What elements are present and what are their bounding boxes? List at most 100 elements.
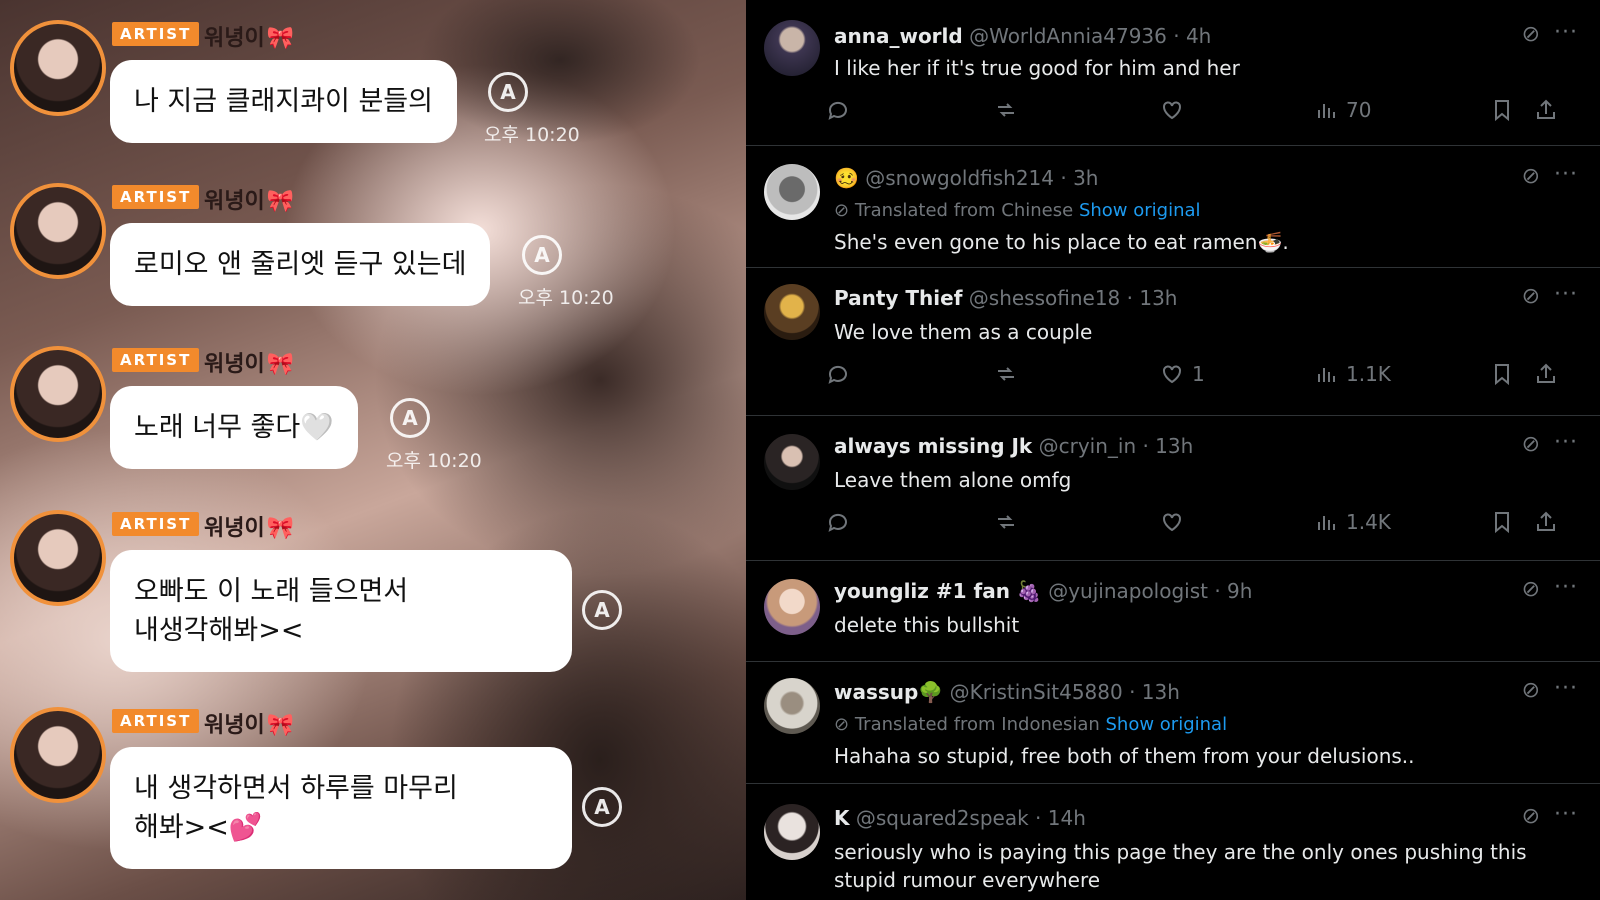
reply-button[interactable] (826, 98, 850, 122)
auto-translate-icon[interactable]: A (390, 398, 430, 438)
display-name[interactable]: wassup🌳 (834, 680, 943, 704)
artist-badge: ARTIST (112, 185, 200, 209)
auto-translate-icon[interactable]: A (582, 590, 622, 630)
share-button[interactable] (1534, 98, 1558, 122)
user-handle[interactable]: @squared2speak · 14h (856, 806, 1086, 830)
views-button[interactable]: 1.1K (1314, 362, 1391, 386)
more-options-icon[interactable]: ··· (1554, 162, 1578, 187)
artist-nickname: 워녕이🎀 (204, 189, 295, 214)
show-original-link[interactable]: Show original (1106, 714, 1228, 735)
more-options-icon[interactable]: ··· (1554, 802, 1578, 827)
artist-avatar[interactable] (10, 510, 106, 606)
repost-button[interactable] (994, 362, 1018, 386)
share-button[interactable] (1534, 362, 1558, 386)
bow-icon: 🎀 (266, 516, 295, 541)
user-avatar[interactable] (764, 164, 820, 220)
views-button[interactable]: 1.4K (1314, 510, 1391, 534)
show-original-link[interactable]: Show original (1079, 200, 1201, 221)
auto-translate-icon[interactable]: A (522, 235, 562, 275)
chat-bubble: 로미오 앤 줄리엣 듣구 있는데 (110, 223, 491, 307)
heart-icon (1163, 101, 1181, 120)
message-time: 오후 10:20 (484, 124, 580, 146)
auto-translate-icon[interactable]: A (582, 787, 622, 827)
bookmark-button[interactable] (1490, 98, 1514, 122)
post-text: delete this bullshit (834, 613, 1020, 637)
more-options-icon[interactable]: ··· (1554, 575, 1578, 600)
bookmark-icon (1495, 100, 1509, 122)
reply-button[interactable] (826, 362, 850, 386)
more-options-icon[interactable]: ··· (1554, 282, 1578, 307)
like-button[interactable] (1160, 98, 1192, 122)
reply-post[interactable]: Panty Thief @shessofine18 · 13h ⊘ ··· We… (746, 267, 1600, 415)
grok-icon[interactable]: ⊘ (1522, 164, 1540, 189)
chat-panel: ARTIST 워녕이🎀 나 지금 클래지콰이 분들의 A 오후 10:20 AR… (0, 0, 746, 900)
bookmark-button[interactable] (1490, 362, 1514, 386)
post-text: We love them as a couple (834, 320, 1093, 344)
display-name[interactable]: K (834, 806, 850, 830)
post-text: seriously who is paying this page they a… (834, 840, 1527, 892)
bow-icon: 🎀 (266, 189, 295, 214)
display-name[interactable]: 🥴 (834, 166, 859, 190)
reply-post[interactable]: K @squared2speak · 14h ⊘ ··· seriously w… (746, 783, 1600, 900)
more-options-icon[interactable]: ··· (1554, 676, 1578, 701)
translated-label: Translated from Indonesian (854, 714, 1100, 735)
bookmark-button[interactable] (1490, 510, 1514, 534)
display-name[interactable]: anna_world (834, 24, 963, 48)
user-avatar[interactable] (764, 579, 820, 635)
user-avatar[interactable] (764, 678, 820, 734)
heart-icon (1163, 513, 1181, 532)
user-handle[interactable]: @shessofine18 · 13h (969, 286, 1178, 310)
bow-icon: 🎀 (266, 352, 295, 377)
user-handle[interactable]: @snowgoldfish214 · 3h (865, 166, 1098, 190)
screenshot-composite: ARTIST 워녕이🎀 나 지금 클래지콰이 분들의 A 오후 10:20 AR… (0, 0, 1600, 900)
post-actions: 1 1.1K (826, 362, 1586, 392)
user-handle[interactable]: @WorldAnnia47936 · 4h (969, 24, 1211, 48)
grok-icon[interactable]: ⊘ (1522, 678, 1540, 703)
grok-icon[interactable]: ⊘ (1522, 577, 1540, 602)
display-name[interactable]: Panty Thief (834, 286, 962, 310)
display-name[interactable]: always missing Jk (834, 434, 1032, 458)
artist-avatar[interactable] (10, 20, 106, 116)
repost-button[interactable] (994, 510, 1018, 534)
artist-avatar[interactable] (10, 183, 106, 279)
more-options-icon[interactable]: ··· (1554, 430, 1578, 455)
repost-icon (998, 515, 1014, 529)
artist-nickname: 워녕이🎀 (204, 26, 295, 51)
user-avatar[interactable] (764, 20, 820, 76)
reply-post[interactable]: youngliz #1 fan 🍇 @yujinapologist · 9h ⊘… (746, 560, 1600, 661)
reply-post[interactable]: wassup🌳 @KristinSit45880 · 13h ⊘ ··· ⊘ T… (746, 661, 1600, 783)
display-name[interactable]: youngliz #1 fan 🍇 (834, 579, 1042, 603)
post-header: K @squared2speak · 14h (834, 806, 1086, 830)
view-count: 70 (1346, 98, 1372, 122)
user-handle[interactable]: @cryin_in · 13h (1039, 434, 1194, 458)
grok-icon[interactable]: ⊘ (1522, 284, 1540, 309)
like-button[interactable] (1160, 510, 1192, 534)
grok-icon[interactable]: ⊘ (1522, 22, 1540, 47)
post-header: always missing Jk @cryin_in · 13h (834, 434, 1193, 458)
views-icon (1318, 516, 1335, 530)
share-button[interactable] (1534, 510, 1558, 534)
user-handle[interactable]: @KristinSit45880 · 13h (950, 680, 1180, 704)
more-options-icon[interactable]: ··· (1554, 20, 1578, 45)
user-avatar[interactable] (764, 804, 820, 860)
user-avatar[interactable] (764, 284, 820, 340)
reply-button[interactable] (826, 510, 850, 534)
post-text: Leave them alone omfg (834, 468, 1072, 492)
user-handle[interactable]: @yujinapologist · 9h (1048, 579, 1252, 603)
reply-icon (828, 365, 847, 384)
reply-post[interactable]: 🥴 @snowgoldfish214 · 3h ⊘ ··· ⊘ Translat… (746, 145, 1600, 267)
auto-translate-icon[interactable]: A (488, 72, 528, 112)
like-button[interactable]: 1 (1160, 362, 1205, 386)
reply-post[interactable]: anna_world @WorldAnnia47936 · 4h ⊘ ··· I… (746, 0, 1600, 145)
bookmark-icon (1495, 512, 1509, 534)
repost-button[interactable] (994, 98, 1018, 122)
user-avatar[interactable] (764, 434, 820, 490)
views-icon (1318, 368, 1335, 382)
artist-avatar[interactable] (10, 707, 106, 803)
views-button[interactable]: 70 (1314, 98, 1371, 122)
grok-icon[interactable]: ⊘ (1522, 432, 1540, 457)
reply-post[interactable]: always missing Jk @cryin_in · 13h ⊘ ··· … (746, 415, 1600, 560)
share-icon (1537, 99, 1555, 119)
artist-avatar[interactable] (10, 346, 106, 442)
grok-icon[interactable]: ⊘ (1522, 804, 1540, 829)
